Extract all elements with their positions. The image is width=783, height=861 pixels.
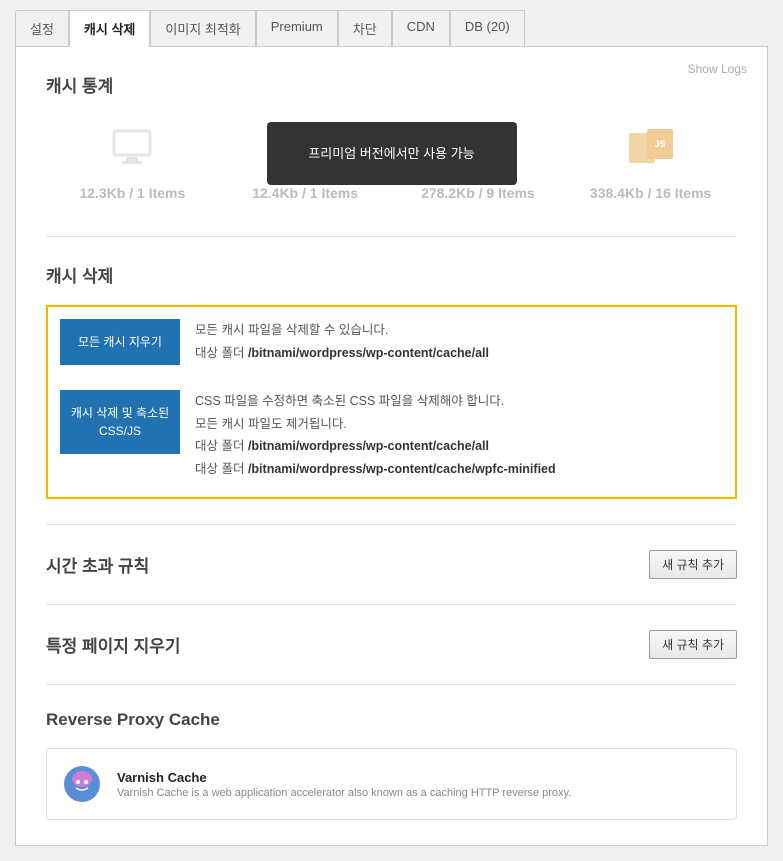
stat-mobile-text: 12.4Kb / 1 Items: [219, 185, 392, 201]
js-icon: JS: [564, 127, 737, 167]
tab-block[interactable]: 차단: [338, 10, 392, 47]
cache-actions-box: 모든 캐시 지우기 모든 캐시 파일을 삭제할 수 있습니다. 대상 폴더 /b…: [46, 305, 737, 499]
stat-js: JS 338.4Kb / 16 Items: [564, 127, 737, 201]
show-logs-link[interactable]: Show Logs: [688, 62, 747, 76]
desktop-icon: [46, 127, 219, 167]
tab-cdn[interactable]: CDN: [392, 10, 450, 47]
stats-title: 캐시 통계: [46, 72, 737, 97]
svg-text:JS: JS: [654, 139, 665, 149]
varnish-desc: Varnish Cache is a web application accel…: [117, 787, 571, 799]
tab-premium[interactable]: Premium: [256, 10, 338, 47]
panel-cache-delete: Show Logs 캐시 통계 프리미엄 버전에서만 사용 가능 12.3Kb …: [15, 46, 768, 846]
tabs-bar: 설정 캐시 삭제 이미지 최적화 Premium 차단 CDN DB (20): [15, 10, 768, 47]
clear-all-desc: 모든 캐시 파일을 삭제할 수 있습니다. 대상 폴더 /bitnami/wor…: [195, 319, 489, 364]
clear-page-title: 특정 페이지 지우기: [46, 632, 181, 657]
varnish-box[interactable]: Varnish Cache Varnish Cache is a web app…: [46, 748, 737, 820]
desc-line: 모든 캐시 파일도 제거됩니다.: [195, 413, 556, 436]
desc-line: 대상 폴더 /bitnami/wordpress/wp-content/cach…: [195, 342, 489, 365]
tab-db[interactable]: DB (20): [450, 10, 525, 47]
clear-page-add-rule-button[interactable]: 새 규칙 추가: [649, 630, 737, 659]
timeout-title: 시간 초과 규칙: [46, 552, 149, 577]
stat-css-text: 278.2Kb / 9 Items: [392, 185, 565, 201]
stat-desktop-text: 12.3Kb / 1 Items: [46, 185, 219, 201]
stats-row: 프리미엄 버전에서만 사용 가능 12.3Kb / 1 Items 12.4Kb…: [46, 127, 737, 211]
proxy-title: Reverse Proxy Cache: [46, 710, 737, 730]
stat-js-text: 338.4Kb / 16 Items: [564, 185, 737, 201]
clear-minified-button[interactable]: 캐시 삭제 및 축소된 CSS/JS: [60, 390, 180, 454]
delete-title: 캐시 삭제: [46, 262, 737, 287]
timeout-header: 시간 초과 규칙 새 규칙 추가: [46, 550, 737, 579]
action-clear-minified: 캐시 삭제 및 축소된 CSS/JS CSS 파일을 수정하면 축소된 CSS …: [60, 390, 723, 480]
clear-all-button[interactable]: 모든 캐시 지우기: [60, 319, 180, 365]
varnish-name: Varnish Cache: [117, 770, 571, 785]
desc-line: 대상 폴더 /bitnami/wordpress/wp-content/cach…: [195, 435, 556, 458]
desc-line: 대상 폴더 /bitnami/wordpress/wp-content/cach…: [195, 458, 556, 481]
desc-line: CSS 파일을 수정하면 축소된 CSS 파일을 삭제해야 합니다.: [195, 390, 556, 413]
desc-line: 모든 캐시 파일을 삭제할 수 있습니다.: [195, 319, 489, 342]
clear-page-header: 특정 페이지 지우기 새 규칙 추가: [46, 630, 737, 659]
tab-cache-delete[interactable]: 캐시 삭제: [69, 10, 150, 47]
tab-settings[interactable]: 설정: [15, 10, 69, 47]
timeout-add-rule-button[interactable]: 새 규칙 추가: [649, 550, 737, 579]
stat-desktop: 12.3Kb / 1 Items: [46, 127, 219, 201]
tab-image-optimize[interactable]: 이미지 최적화: [150, 10, 255, 47]
action-clear-all: 모든 캐시 지우기 모든 캐시 파일을 삭제할 수 있습니다. 대상 폴더 /b…: [60, 319, 723, 365]
premium-tooltip: 프리미엄 버전에서만 사용 가능: [267, 122, 517, 185]
varnish-icon: [62, 764, 102, 804]
varnish-info: Varnish Cache Varnish Cache is a web app…: [117, 770, 571, 799]
clear-minified-desc: CSS 파일을 수정하면 축소된 CSS 파일을 삭제해야 합니다. 모든 캐시…: [195, 390, 556, 480]
